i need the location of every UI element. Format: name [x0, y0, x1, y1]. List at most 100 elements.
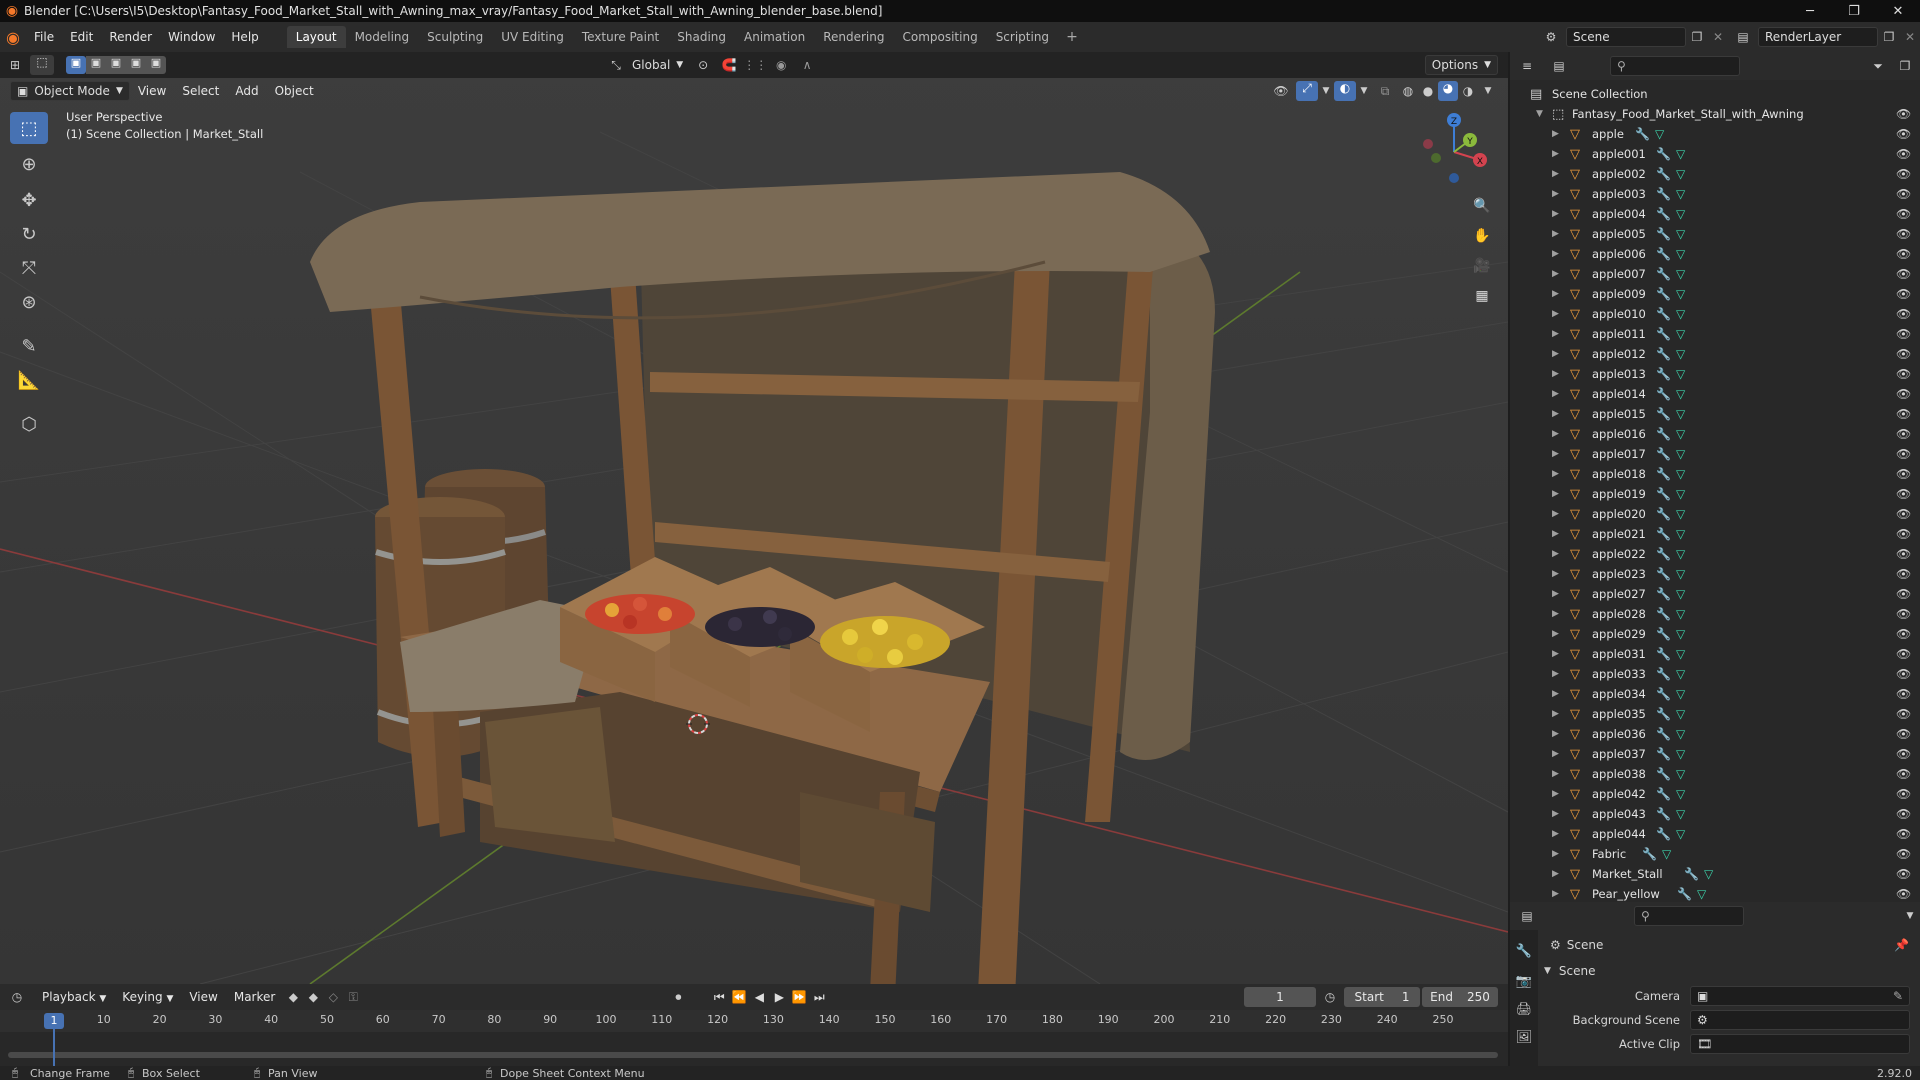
menu-timeline-view[interactable]: View	[181, 986, 225, 1008]
modifier-icon[interactable]: 🔧	[1642, 847, 1657, 861]
chevron-right-icon[interactable]: ▶	[1552, 769, 1559, 779]
mesh-data-icon[interactable]: ▽	[1676, 687, 1685, 701]
mesh-data-icon[interactable]: ▽	[1676, 307, 1685, 321]
mesh-data-icon[interactable]: ▽	[1676, 527, 1685, 541]
outliner-item[interactable]: ▶ ▽ apple010 🔧 ▽ 👁	[1510, 304, 1920, 324]
mesh-data-icon[interactable]: ▽	[1676, 247, 1685, 261]
modifier-icon[interactable]: 🔧	[1656, 327, 1671, 341]
filter-icon[interactable]: ⏷	[1866, 59, 1890, 74]
new-scene-icon[interactable]: ❐	[1686, 30, 1708, 44]
eye-icon[interactable]: 👁	[1896, 187, 1911, 201]
modifier-icon[interactable]: 🔧	[1656, 787, 1671, 801]
mesh-data-icon[interactable]: ▽	[1676, 727, 1685, 741]
outliner-item[interactable]: ▶ ▽ apple021 🔧 ▽ 👁	[1510, 524, 1920, 544]
outliner-item[interactable]: ▶ ▽ Fabric 🔧 ▽ 👁	[1510, 844, 1920, 864]
chevron-right-icon[interactable]: ▶	[1552, 369, 1559, 379]
outliner-item[interactable]: ▶ ▽ Market_Stall 🔧 ▽ 👁	[1510, 864, 1920, 884]
overlays-toggle-icon[interactable]: ◐	[1334, 81, 1356, 101]
mesh-data-icon[interactable]: ▽	[1697, 887, 1706, 901]
outliner-item[interactable]: ▶ ▽ apple002 🔧 ▽ 👁	[1510, 164, 1920, 184]
snap-target-icon[interactable]: ⋮⋮	[741, 58, 769, 72]
chevron-right-icon[interactable]: ▶	[1552, 669, 1559, 679]
display-mode-icon[interactable]: ▤	[1544, 59, 1574, 73]
eye-icon[interactable]: 👁	[1896, 207, 1911, 221]
modifier-icon[interactable]: 🔧	[1656, 807, 1671, 821]
outliner-item[interactable]: ▶ ▽ apple035 🔧 ▽ 👁	[1510, 704, 1920, 724]
modifier-icon[interactable]: 🔧	[1656, 307, 1671, 321]
menu-object[interactable]: Object	[267, 80, 322, 102]
mesh-data-icon[interactable]: ▽	[1676, 207, 1685, 221]
mesh-data-icon[interactable]: ▽	[1676, 427, 1685, 441]
add-cube-tool-icon[interactable]: ⬡	[10, 408, 48, 440]
tab-shading[interactable]: Shading	[668, 26, 735, 48]
outliner-item[interactable]: ▶ ▽ apple043 🔧 ▽ 👁	[1510, 804, 1920, 824]
properties-editor-icon[interactable]: ▤	[1510, 909, 1544, 923]
chevron-right-icon[interactable]: ▶	[1552, 409, 1559, 419]
eye-icon[interactable]: 👁	[1896, 147, 1911, 161]
eye-icon[interactable]: 👁	[1896, 587, 1911, 601]
modifier-icon[interactable]: 🔧	[1656, 467, 1671, 481]
outliner-item[interactable]: ▶ ▽ apple015 🔧 ▽ 👁	[1510, 404, 1920, 424]
tab-sculpting[interactable]: Sculpting	[418, 26, 492, 48]
modifier-icon[interactable]: 🔧	[1656, 247, 1671, 261]
eye-icon[interactable]: 👁	[1896, 467, 1911, 481]
mesh-data-icon[interactable]: ▽	[1676, 647, 1685, 661]
select-mode-subtract-icon[interactable]: ▣	[106, 56, 126, 74]
eye-icon[interactable]: 👁	[1896, 287, 1911, 301]
modifier-icon[interactable]: 🔧	[1656, 767, 1671, 781]
modifier-icon[interactable]: 🔧	[1656, 487, 1671, 501]
eye-icon[interactable]: 👁	[1896, 527, 1911, 541]
delete-view-layer-icon[interactable]: ✕	[1900, 30, 1920, 44]
chevron-right-icon[interactable]: ▶	[1552, 389, 1559, 399]
view-layer-tab-icon[interactable]: 🖼	[1514, 1026, 1534, 1048]
menu-help[interactable]: Help	[223, 26, 266, 48]
options-dropdown[interactable]: Options ▼	[1424, 55, 1498, 75]
select-box-tool-icon[interactable]: ⬚	[10, 112, 48, 144]
chevron-right-icon[interactable]: ▶	[1552, 749, 1559, 759]
auto-keying-icon[interactable]: ⏺	[663, 990, 693, 1005]
play-reverse-icon[interactable]: ◀	[749, 990, 769, 1004]
eye-icon[interactable]: 👁	[1896, 547, 1911, 561]
transform-orientation-dropdown[interactable]: Global ▼	[626, 55, 689, 75]
mesh-data-icon[interactable]: ▽	[1676, 147, 1685, 161]
eye-icon[interactable]: 👁	[1896, 667, 1911, 681]
keyframe-delete-icon[interactable]: ◇	[323, 990, 343, 1004]
camera-field[interactable]: ▣ ✎	[1690, 986, 1910, 1006]
measure-tool-icon[interactable]: 📐	[10, 364, 48, 396]
start-frame-field[interactable]: Start 1	[1344, 987, 1420, 1007]
modifier-icon[interactable]: 🔧	[1635, 127, 1650, 141]
outliner-item[interactable]: ▶ ▽ apple013 🔧 ▽ 👁	[1510, 364, 1920, 384]
preview-range-icon[interactable]: ◷	[1316, 990, 1344, 1004]
modifier-icon[interactable]: 🔧	[1656, 347, 1671, 361]
mesh-data-icon[interactable]: ▽	[1704, 867, 1713, 881]
select-mode-new-icon[interactable]: ▣	[66, 56, 86, 74]
chevron-right-icon[interactable]: ▶	[1552, 529, 1559, 539]
tool-tab-icon[interactable]: 🔧	[1514, 940, 1534, 962]
visibility-icon[interactable]: 👁	[1266, 84, 1296, 98]
outliner-editor-icon[interactable]: ≡	[1510, 59, 1544, 73]
eye-icon[interactable]: 👁	[1896, 887, 1911, 901]
eye-icon[interactable]: 👁	[1896, 627, 1911, 641]
mesh-data-icon[interactable]: ▽	[1676, 807, 1685, 821]
mesh-data-icon[interactable]: ▽	[1676, 487, 1685, 501]
outliner-item[interactable]: ▶ ▽ apple038 🔧 ▽ 👁	[1510, 764, 1920, 784]
scale-tool-icon[interactable]: ⤧	[10, 252, 48, 284]
eye-icon[interactable]: 👁	[1896, 847, 1911, 861]
eyedropper-icon[interactable]: ✎	[1893, 989, 1903, 1003]
chevron-right-icon[interactable]: ▶	[1552, 889, 1559, 899]
outliner-item[interactable]: ▶ ▽ apple017 🔧 ▽ 👁	[1510, 444, 1920, 464]
modifier-icon[interactable]: 🔧	[1656, 207, 1671, 221]
chevron-right-icon[interactable]: ▶	[1552, 269, 1559, 279]
mesh-data-icon[interactable]: ▽	[1676, 447, 1685, 461]
outliner-item[interactable]: ▶ ▽ apple022 🔧 ▽ 👁	[1510, 544, 1920, 564]
mesh-data-icon[interactable]: ▽	[1676, 367, 1685, 381]
mesh-data-icon[interactable]: ▽	[1676, 827, 1685, 841]
eye-icon[interactable]: 👁	[1896, 727, 1911, 741]
jump-start-icon[interactable]: ⏮	[709, 990, 729, 1005]
menu-file[interactable]: File	[26, 26, 62, 48]
active-clip-field[interactable]: 🎞	[1690, 1034, 1910, 1054]
modifier-icon[interactable]: 🔧	[1656, 167, 1671, 181]
pin-icon[interactable]: 📌	[1894, 938, 1909, 952]
timeline-area[interactable]: 1 10 20 30 40 50 60 70 80 90 100 110 120 130 140 150 160…	[0, 1010, 1508, 1068]
blender-menu-icon[interactable]: ◉	[0, 26, 26, 48]
